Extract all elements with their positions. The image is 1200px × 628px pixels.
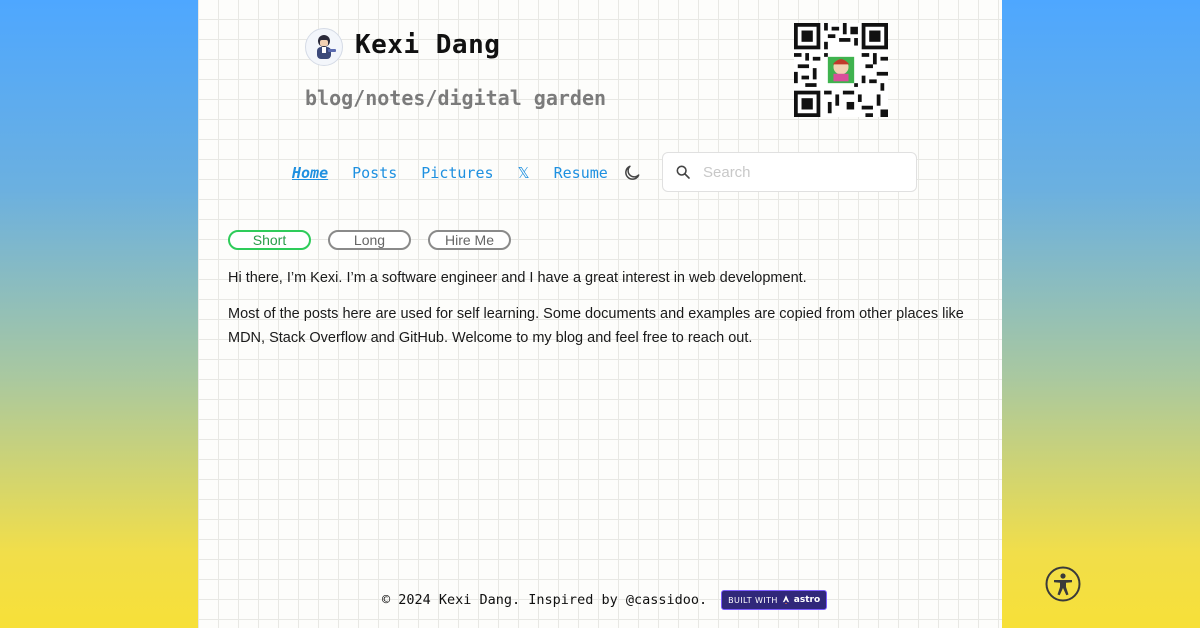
site-title[interactable]: Kexi Dang	[355, 30, 500, 60]
nav-resume-link[interactable]: Resume	[554, 164, 608, 182]
search-icon	[676, 165, 690, 179]
tab-long[interactable]: Long	[328, 230, 411, 250]
accessibility-icon[interactable]	[1045, 566, 1081, 602]
bio-content: Hi there, I’m Kexi. I’m a software engin…	[228, 266, 978, 362]
avatar-icon[interactable]	[305, 28, 343, 66]
nav-pictures-link[interactable]: Pictures	[421, 164, 493, 182]
nav-posts-link[interactable]: Posts	[352, 164, 397, 182]
site-tagline: blog/notes/digital garden	[305, 86, 607, 110]
footer-copyright: © 2024 Kexi Dang. Inspired by @cassidoo.	[382, 592, 708, 608]
nav-x-link[interactable]: 𝕏	[518, 164, 530, 182]
nav-home-link[interactable]: Home	[292, 164, 328, 182]
tab-short[interactable]: Short	[228, 230, 311, 250]
bio-paragraph: Most of the posts here are used for self…	[228, 306, 964, 346]
badge-brand: astro	[793, 595, 821, 605]
tab-hire-me[interactable]: Hire Me	[428, 230, 511, 250]
footer: © 2024 Kexi Dang. Inspired by @cassidoo.…	[382, 590, 828, 610]
badge-prefix: BUILT WITH	[728, 595, 778, 605]
search-box[interactable]	[662, 152, 917, 192]
moon-icon[interactable]	[622, 163, 642, 183]
astro-logo-icon	[782, 595, 789, 604]
bio-length-tabs: Short Long Hire Me	[228, 230, 511, 250]
main-nav: Home Posts Pictures 𝕏 Resume	[292, 161, 642, 185]
qr-code-icon	[794, 23, 888, 117]
page-card: Kexi Dang blog/notes/digital garden Home…	[198, 0, 1002, 628]
bio-paragraph: Hi there, I’m Kexi. I’m a software engin…	[228, 270, 807, 286]
built-with-astro-badge[interactable]: BUILT WITH astro	[721, 590, 828, 610]
search-input[interactable]	[701, 162, 895, 182]
